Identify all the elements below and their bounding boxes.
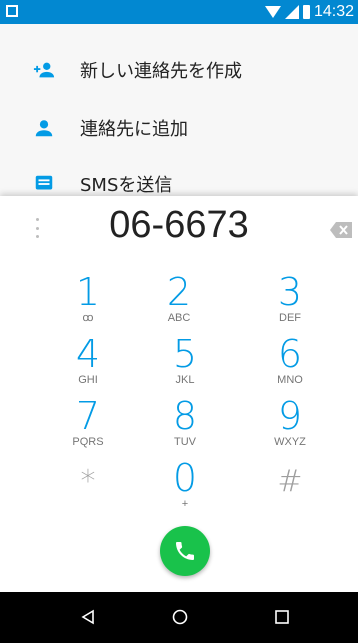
key-digit: 3 [277, 270, 303, 314]
dialer-options-list: 新しい連絡先を作成 連絡先に追加 SMSを送信 [0, 24, 358, 196]
dialpad-key-hash[interactable]: # [250, 462, 330, 522]
phone-icon [176, 542, 194, 560]
key-letters: ABC [167, 312, 191, 324]
dialpad-key-6[interactable]: 6 MNO [250, 334, 330, 394]
key-digit: 9 [277, 394, 303, 438]
person-icon [35, 120, 53, 137]
key-digit: 7 [75, 394, 101, 438]
dialpad-key-5[interactable]: 5 JKL [145, 334, 225, 394]
key-digit: 6 [277, 332, 303, 376]
add-to-contact-option[interactable]: 連絡先に追加 [0, 98, 358, 158]
key-letters: TUV [174, 436, 196, 448]
call-button[interactable] [160, 526, 210, 576]
key-letters: WXYZ [274, 436, 306, 448]
home-icon[interactable] [172, 609, 188, 625]
backspace-icon[interactable] [330, 222, 352, 238]
key-digit: 0 [172, 456, 198, 500]
back-icon[interactable] [80, 609, 96, 625]
add-contact-icon [33, 62, 55, 78]
key-letters: JKL [175, 374, 195, 386]
key-digit: * [80, 464, 96, 499]
send-sms-label: SMSを送信 [80, 175, 173, 196]
dialpad-key-3[interactable]: 3 DEF [250, 272, 330, 332]
status-bar: 14:32 [0, 0, 358, 24]
dialpad-key-4[interactable]: 4 GHI [48, 334, 128, 394]
voicemail-icon: ꝏ [82, 312, 94, 324]
create-contact-option[interactable]: 新しい連絡先を作成 [0, 40, 358, 100]
number-display-row: 06-6673 [0, 196, 358, 260]
dialpad-key-1[interactable]: 1 ꝏ [48, 272, 128, 332]
notification-icon [6, 5, 18, 17]
key-digit: 5 [172, 332, 198, 376]
create-contact-label: 新しい連絡先を作成 [80, 61, 242, 82]
key-digit: 4 [75, 332, 101, 376]
recents-icon[interactable] [275, 610, 289, 624]
key-digit: 2 [166, 270, 192, 314]
key-letters: DEF [279, 312, 301, 324]
key-letters: MNO [277, 374, 303, 386]
add-to-contact-label: 連絡先に追加 [80, 119, 188, 140]
key-digit: 1 [75, 270, 101, 314]
dialed-number[interactable]: 06-6673 [0, 204, 358, 247]
signal-icon [284, 5, 299, 19]
status-time: 14:32 [313, 3, 354, 20]
key-letters: PQRS [72, 436, 104, 448]
key-digit: # [277, 464, 303, 499]
status-icons: 14:32 [264, 2, 354, 22]
navigation-bar [0, 592, 358, 643]
dialpad-key-8[interactable]: 8 TUV [145, 396, 225, 456]
dialpad-key-star[interactable]: * [48, 462, 128, 522]
dialpad-key-0[interactable]: 0 + [145, 458, 225, 518]
sms-icon [35, 175, 53, 190]
wifi-icon [264, 6, 281, 18]
send-sms-option[interactable]: SMSを送信 [0, 154, 358, 196]
dialpad-key-2[interactable]: 2 ABC [139, 272, 219, 332]
key-digit: 8 [172, 394, 198, 438]
key-letters: GHI [78, 374, 98, 386]
dialpad-key-9[interactable]: 9 WXYZ [250, 396, 330, 456]
dialpad-key-7[interactable]: 7 PQRS [48, 396, 128, 456]
key-letters: + [181, 498, 189, 510]
battery-icon [302, 5, 310, 19]
